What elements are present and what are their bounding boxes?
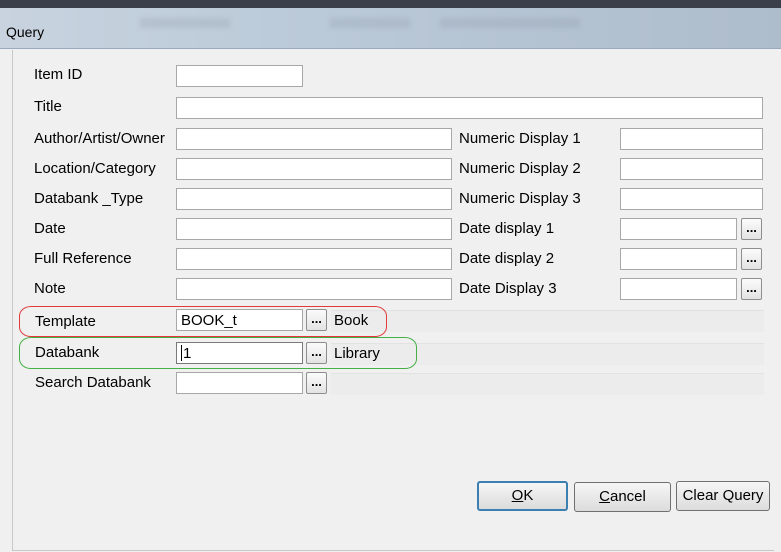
numeric-display-3-input[interactable] [620, 188, 763, 210]
date-display-1-input[interactable] [620, 218, 737, 240]
clear-query-button[interactable]: Clear Query [676, 481, 770, 511]
item-id-input[interactable] [176, 65, 303, 87]
ok-accel: O [511, 487, 524, 504]
search-databank-label: Search Databank [35, 374, 151, 391]
numeric-display-2-input[interactable] [620, 158, 763, 180]
databank-label: Databank [35, 344, 100, 361]
date-display-3-input[interactable] [620, 278, 737, 300]
title-input[interactable] [176, 97, 763, 119]
date-display-3-label: Date Display 3 [459, 280, 557, 297]
databank-type-label: Databank _Type [34, 190, 144, 207]
databank-input[interactable]: 1 [176, 342, 303, 364]
databank-description: Library [331, 343, 764, 365]
search-databank-lookup-button[interactable]: ... [306, 372, 327, 394]
full-reference-label: Full Reference [34, 250, 132, 267]
date-display-1-picker-button[interactable]: ... [741, 218, 762, 240]
template-input[interactable]: BOOK_t [176, 309, 303, 331]
parent-window-edge [0, 0, 781, 8]
template-lookup-button[interactable]: ... [306, 309, 327, 331]
template-description: Book [331, 310, 764, 332]
search-databank-description [331, 373, 764, 395]
date-display-2-picker-button[interactable]: ... [741, 248, 762, 270]
cancel-accel: C [599, 488, 610, 505]
date-label: Date [34, 220, 66, 237]
location-input[interactable] [176, 158, 452, 180]
title-label: Title [34, 98, 62, 115]
search-databank-input[interactable] [176, 372, 303, 394]
databank-lookup-button[interactable]: ... [306, 342, 327, 364]
date-display-2-input[interactable] [620, 248, 737, 270]
template-label: Template [35, 313, 96, 330]
cancel-button[interactable]: Cancel [574, 482, 671, 512]
ok-rest: K [523, 487, 534, 504]
note-input[interactable] [176, 278, 452, 300]
databank-description-text: Library [334, 345, 380, 362]
query-form: Item ID Title Author/Artist/Owner Locati… [12, 50, 774, 551]
numeric-display-1-label: Numeric Display 1 [459, 130, 581, 147]
template-description-text: Book [334, 312, 369, 329]
date-input[interactable] [176, 218, 452, 240]
cancel-rest: ancel [609, 488, 646, 505]
item-id-label: Item ID [34, 66, 83, 83]
databank-type-input[interactable] [176, 188, 452, 210]
date-display-3-picker-button[interactable]: ... [741, 278, 762, 300]
blurred-background-text [140, 18, 230, 28]
ok-button[interactable]: OK [477, 481, 568, 511]
author-input[interactable] [176, 128, 452, 150]
date-display-2-label: Date display 2 [459, 250, 555, 267]
location-label: Location/Category [34, 160, 156, 177]
full-reference-input[interactable] [176, 248, 452, 270]
blurred-background-text [440, 18, 580, 28]
date-display-1-label: Date display 1 [459, 220, 555, 237]
author-label: Author/Artist/Owner [34, 130, 165, 147]
databank-input-value: 1 [183, 345, 192, 362]
numeric-display-2-label: Numeric Display 2 [459, 160, 581, 177]
note-label: Note [34, 280, 66, 297]
title-bar[interactable]: Query [0, 8, 781, 49]
blurred-background-text [330, 18, 410, 28]
numeric-display-1-input[interactable] [620, 128, 763, 150]
text-cursor [181, 345, 182, 361]
window-title: Query [6, 24, 45, 40]
numeric-display-3-label: Numeric Display 3 [459, 190, 581, 207]
